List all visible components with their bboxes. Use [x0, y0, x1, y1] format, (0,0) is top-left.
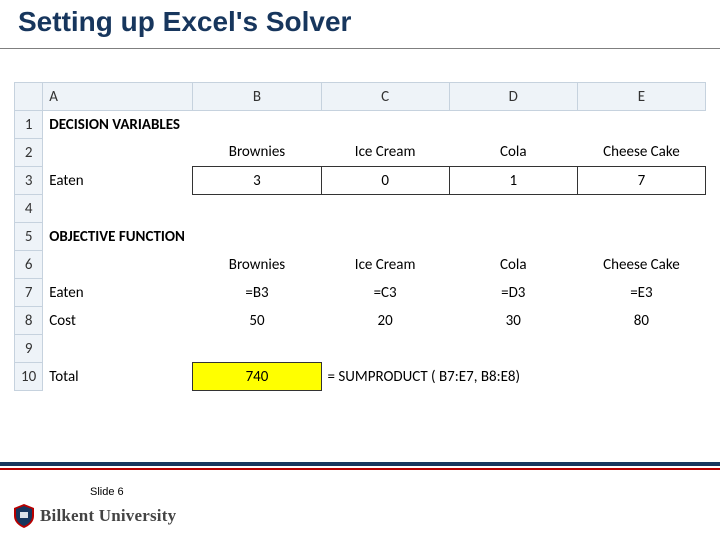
label-cost: Cost: [43, 307, 193, 335]
slide-number: Slide 6: [90, 486, 124, 498]
dv-header-c: Ice Cream: [321, 139, 449, 167]
dv-header-b: Brownies: [193, 139, 321, 167]
total-value: 740: [193, 363, 321, 391]
of-header-b: Brownies: [193, 251, 321, 279]
of-cost-e: 80: [577, 307, 705, 335]
of-eaten-b: =B3: [193, 279, 321, 307]
slide-title: Setting up Excel's Solver: [18, 6, 351, 38]
col-header-e: E: [577, 83, 705, 111]
total-formula: = SUMPRODUCT ( B7:E7, B8:E8): [321, 363, 705, 391]
section-decision: DECISION VARIABLES: [43, 111, 321, 139]
of-cost-c: 20: [321, 307, 449, 335]
row-1: 1 DECISION VARIABLES: [15, 111, 706, 139]
col-header-d: D: [449, 83, 577, 111]
dv-value-d: 1: [449, 167, 577, 195]
dv-value-e: 7: [577, 167, 705, 195]
row-3: 3 Eaten 3 0 1 7: [15, 167, 706, 195]
footer-rule-red: [0, 468, 720, 470]
row-num: 7: [15, 279, 43, 307]
row-10: 10 Total 740 = SUMPRODUCT ( B7:E7, B8:E8…: [15, 363, 706, 391]
row-2: 2 Brownies Ice Cream Cola Cheese Cake: [15, 139, 706, 167]
col-header-a: A: [43, 83, 193, 111]
university-logo: Bilkent University: [14, 504, 176, 528]
slide: Setting up Excel's Solver A B C D E 1 DE…: [0, 0, 720, 540]
of-eaten-e: =E3: [577, 279, 705, 307]
corner-cell: [15, 83, 43, 111]
row-num: 8: [15, 307, 43, 335]
row-7: 7 Eaten =B3 =C3 =D3 =E3: [15, 279, 706, 307]
header-row: A B C D E: [15, 83, 706, 111]
label-total: Total: [43, 363, 193, 391]
of-header-e: Cheese Cake: [577, 251, 705, 279]
university-name: Bilkent University: [40, 506, 176, 526]
of-cost-d: 30: [449, 307, 577, 335]
spreadsheet: A B C D E 1 DECISION VARIABLES 2 Brownie…: [14, 82, 706, 391]
row-num: 9: [15, 335, 43, 363]
row-num: 5: [15, 223, 43, 251]
row-8: 8 Cost 50 20 30 80: [15, 307, 706, 335]
dv-header-e: Cheese Cake: [577, 139, 705, 167]
row-num: 6: [15, 251, 43, 279]
row-num: 1: [15, 111, 43, 139]
dv-value-c: 0: [321, 167, 449, 195]
row-num: 4: [15, 195, 43, 223]
of-header-c: Ice Cream: [321, 251, 449, 279]
shield-icon: [14, 504, 34, 528]
footer-rule-blue: [0, 462, 720, 466]
dv-value-b: 3: [193, 167, 321, 195]
col-header-b: B: [193, 83, 321, 111]
of-header-d: Cola: [449, 251, 577, 279]
row-5: 5 OBJECTIVE FUNCTION: [15, 223, 706, 251]
of-cost-b: 50: [193, 307, 321, 335]
title-rule: [0, 48, 720, 49]
spreadsheet-table: A B C D E 1 DECISION VARIABLES 2 Brownie…: [14, 82, 706, 391]
row-9: 9: [15, 335, 706, 363]
label-eaten: Eaten: [43, 167, 193, 195]
dv-header-d: Cola: [449, 139, 577, 167]
row-num: 10: [15, 363, 43, 391]
row-num: 3: [15, 167, 43, 195]
row-4: 4: [15, 195, 706, 223]
row-6: 6 Brownies Ice Cream Cola Cheese Cake: [15, 251, 706, 279]
row-num: 2: [15, 139, 43, 167]
section-objective: OBJECTIVE FUNCTION: [43, 223, 321, 251]
of-eaten-d: =D3: [449, 279, 577, 307]
col-header-c: C: [321, 83, 449, 111]
label-eaten-of: Eaten: [43, 279, 193, 307]
of-eaten-c: =C3: [321, 279, 449, 307]
